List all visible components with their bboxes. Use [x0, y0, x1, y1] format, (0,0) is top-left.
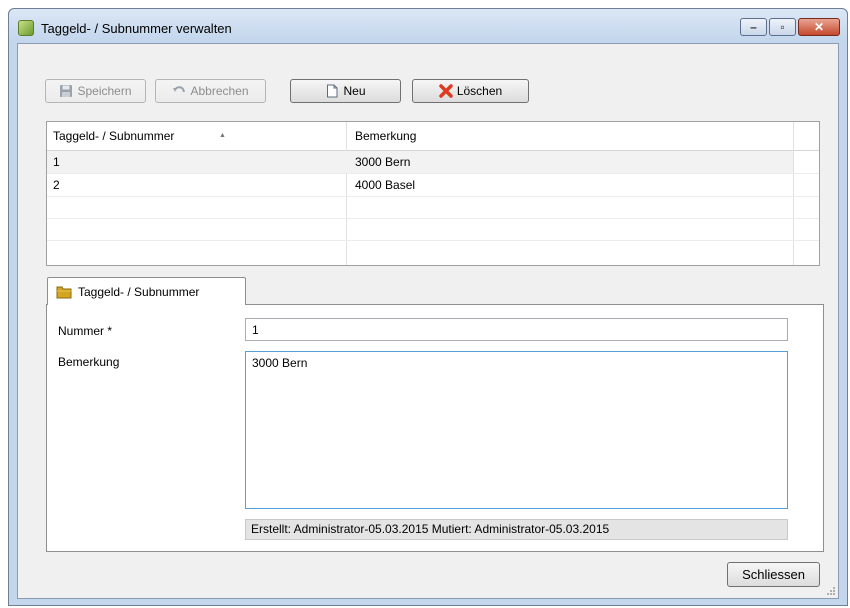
floppy-disk-icon — [59, 84, 73, 98]
grid-cell-bemerkung[interactable]: 3000 Bern — [349, 151, 789, 173]
delete-button[interactable]: Löschen — [412, 79, 529, 103]
dialog-client-area: Speichern Abbrechen Neu Löschen Taggeld- — [17, 43, 839, 599]
bemerkung-textarea[interactable]: 3000 Bern — [245, 351, 788, 509]
grid-cell-nummer[interactable]: 2 — [47, 174, 345, 196]
window-title: Taggeld- / Subnummer verwalten — [41, 21, 232, 36]
row-divider — [47, 218, 819, 219]
column-header-bemerkung[interactable]: Bemerkung — [349, 125, 789, 147]
save-button[interactable]: Speichern — [45, 79, 146, 103]
close-icon: ✕ — [813, 20, 825, 34]
cancel-label: Abbrechen — [190, 84, 249, 98]
tab-panel: Nummer * 1 Bemerkung 3000 Bern Erstellt:… — [46, 304, 824, 552]
resize-grip-icon[interactable] — [826, 586, 836, 596]
maximize-icon: ▫ — [780, 20, 785, 34]
bemerkung-label: Bemerkung — [58, 355, 120, 369]
delete-label: Löschen — [456, 84, 503, 98]
row-divider — [47, 196, 819, 197]
undo-icon — [172, 84, 186, 98]
subnummer-grid[interactable]: Taggeld- / Subnummer ▲ Bemerkung 1 3000 … — [46, 121, 820, 266]
minimize-button[interactable]: – — [740, 18, 767, 36]
column-divider — [346, 122, 347, 265]
main-window: Taggeld- / Subnummer verwalten – ▫ ✕ Spe… — [8, 8, 848, 606]
cancel-button[interactable]: Abbrechen — [155, 79, 266, 103]
close-label: Schliessen — [742, 567, 805, 582]
nummer-label: Nummer * — [58, 324, 113, 338]
app-icon — [18, 20, 34, 36]
window-controls: – ▫ ✕ — [740, 18, 840, 36]
grid-header: Taggeld- / Subnummer ▲ Bemerkung — [47, 122, 819, 151]
folder-icon — [56, 285, 72, 299]
row-divider — [47, 240, 819, 241]
sort-ascending-icon: ▲ — [219, 132, 226, 139]
new-button[interactable]: Neu — [290, 79, 401, 103]
grid-cell-nummer[interactable]: 1 — [47, 151, 345, 173]
tab-label: Taggeld- / Subnummer — [78, 284, 200, 299]
new-document-icon — [325, 84, 339, 98]
column-divider — [793, 122, 794, 265]
column-header-nummer-label: Taggeld- / Subnummer — [53, 129, 175, 143]
column-header-nummer[interactable]: Taggeld- / Subnummer ▲ — [47, 125, 347, 147]
audit-info: Erstellt: Administrator-05.03.2015 Mutie… — [245, 519, 788, 540]
maximize-button[interactable]: ▫ — [769, 18, 796, 36]
new-label: Neu — [343, 84, 366, 98]
nummer-field[interactable]: 1 — [245, 318, 788, 341]
minimize-icon: – — [750, 20, 757, 34]
title-bar[interactable]: Taggeld- / Subnummer verwalten – ▫ ✕ — [9, 9, 847, 43]
tab-subnummer[interactable]: Taggeld- / Subnummer — [47, 277, 246, 305]
close-button[interactable]: Schliessen — [727, 562, 820, 587]
close-window-button[interactable]: ✕ — [798, 18, 840, 36]
save-label: Speichern — [77, 84, 132, 98]
red-x-icon — [439, 84, 453, 98]
grid-cell-bemerkung[interactable]: 4000 Basel — [349, 174, 789, 196]
